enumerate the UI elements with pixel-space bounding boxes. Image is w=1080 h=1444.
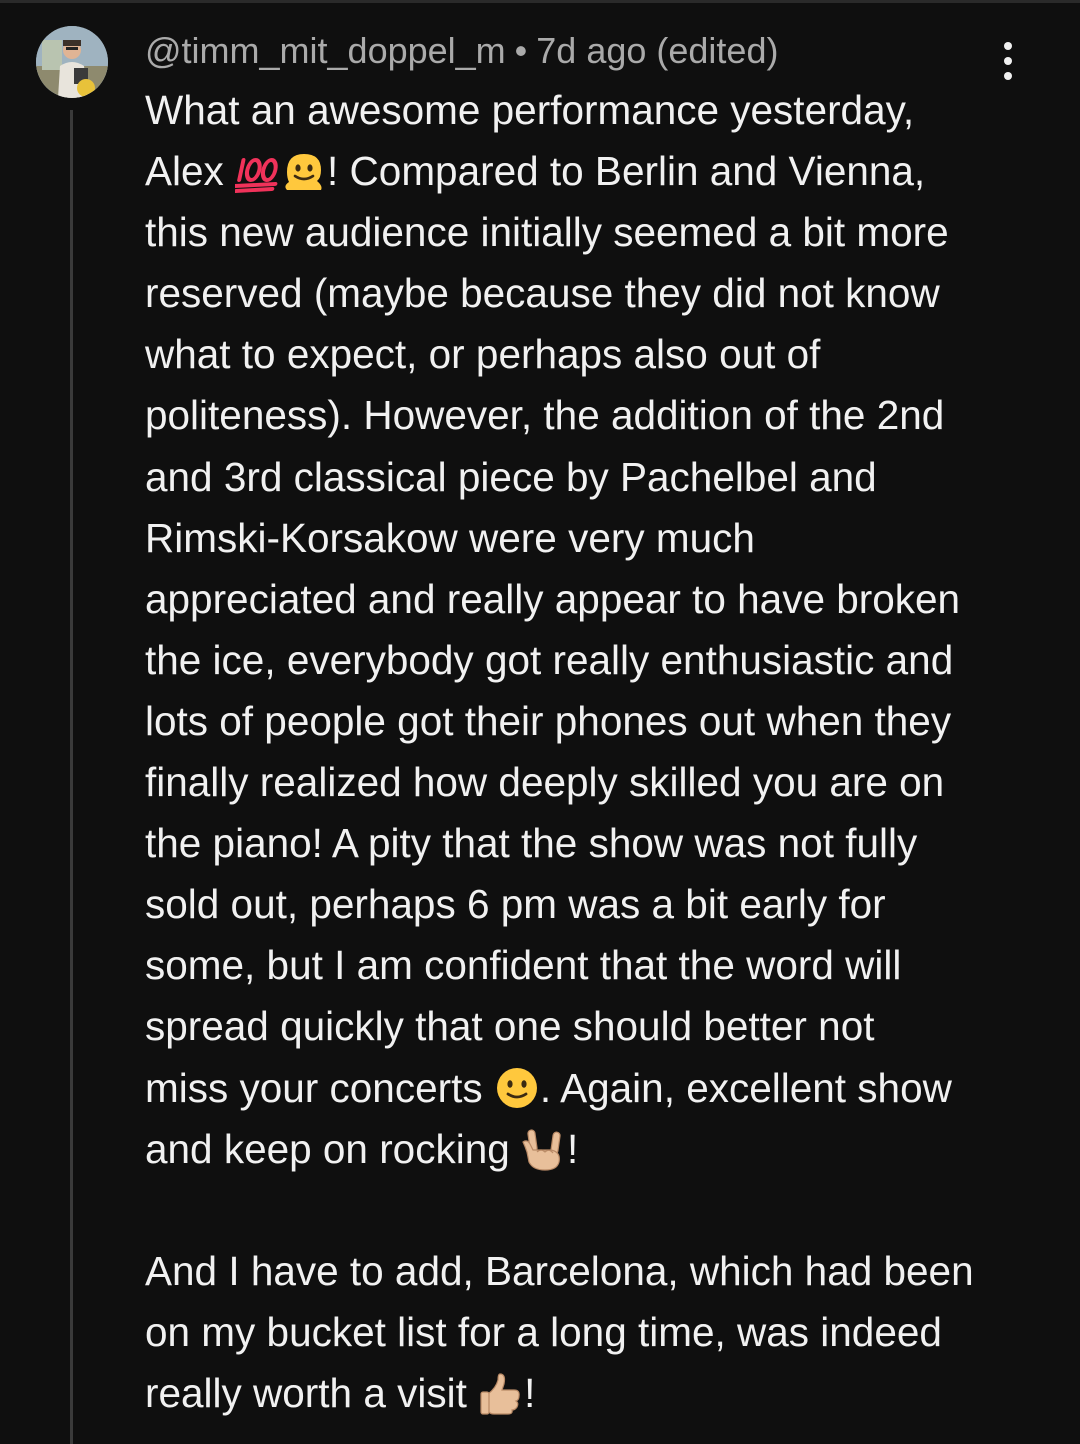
comment-line: and 3rd classical piece by Pachelbel and xyxy=(145,453,877,500)
timestamp: 7d ago (edited) xyxy=(536,30,779,71)
comment-line: Rimski-Korsakow were very much xyxy=(145,514,755,561)
thumbs-up-icon xyxy=(478,1370,524,1416)
love-you-gesture-icon xyxy=(521,1126,567,1172)
comment-line: some, but I am confident that the word w… xyxy=(145,942,902,989)
comment-line: and keep on rocking ! xyxy=(145,1125,579,1172)
avatar[interactable] xyxy=(36,26,108,98)
comment-line: appreciated and really appear to have br… xyxy=(145,575,961,622)
comment-line: really worth a visit ! xyxy=(145,1369,536,1416)
comment-line: sold out, perhaps 6 pm was a bit early f… xyxy=(145,881,886,928)
comment-line: what to expect, or perhaps also out of xyxy=(145,331,821,378)
comment-line: the ice, everybody got really enthusiast… xyxy=(145,636,954,683)
comment-line: this new audience initially seemed a bit… xyxy=(145,209,949,256)
thread-line xyxy=(70,110,73,1444)
comment-line: finally realized how deeply skilled you … xyxy=(145,759,945,806)
comment-line: And I have to add, Barcelona, which had … xyxy=(145,1247,974,1294)
separator-dot: • xyxy=(514,30,528,71)
comment-line: reserved (maybe because they did not kno… xyxy=(145,270,940,317)
comment-line: the piano! A pity that the show was not … xyxy=(145,820,918,867)
comment-line: spread quickly that one should better no… xyxy=(145,1003,875,1050)
comment-line: miss your concerts . Again, excellent sh… xyxy=(145,1064,952,1111)
comment-line: lots of people got their phones out when… xyxy=(145,697,952,744)
author-handle[interactable]: @timm_mit_doppel_m xyxy=(145,30,506,71)
melting-face-icon xyxy=(281,148,327,194)
comment-line: Alex ! Compared to Berlin and Vienna, xyxy=(145,148,926,195)
hundred-points-icon xyxy=(235,148,281,194)
more-options-icon xyxy=(1004,42,1012,50)
comment-line: politeness). However, the addition of th… xyxy=(145,392,945,439)
slightly-smiling-face-icon xyxy=(494,1065,540,1111)
comment-line: on my bucket list for a long time, was i… xyxy=(145,1308,942,1355)
paragraph-break xyxy=(145,1180,1045,1241)
comment-header: @timm_mit_doppel_m • 7d ago (edited) xyxy=(145,28,778,74)
top-divider xyxy=(0,0,1080,3)
more-options-button[interactable] xyxy=(988,38,1028,84)
comment-body: What an awesome performance yesterday, A… xyxy=(145,80,1045,1424)
comment-line: What an awesome performance yesterday, xyxy=(145,87,915,133)
